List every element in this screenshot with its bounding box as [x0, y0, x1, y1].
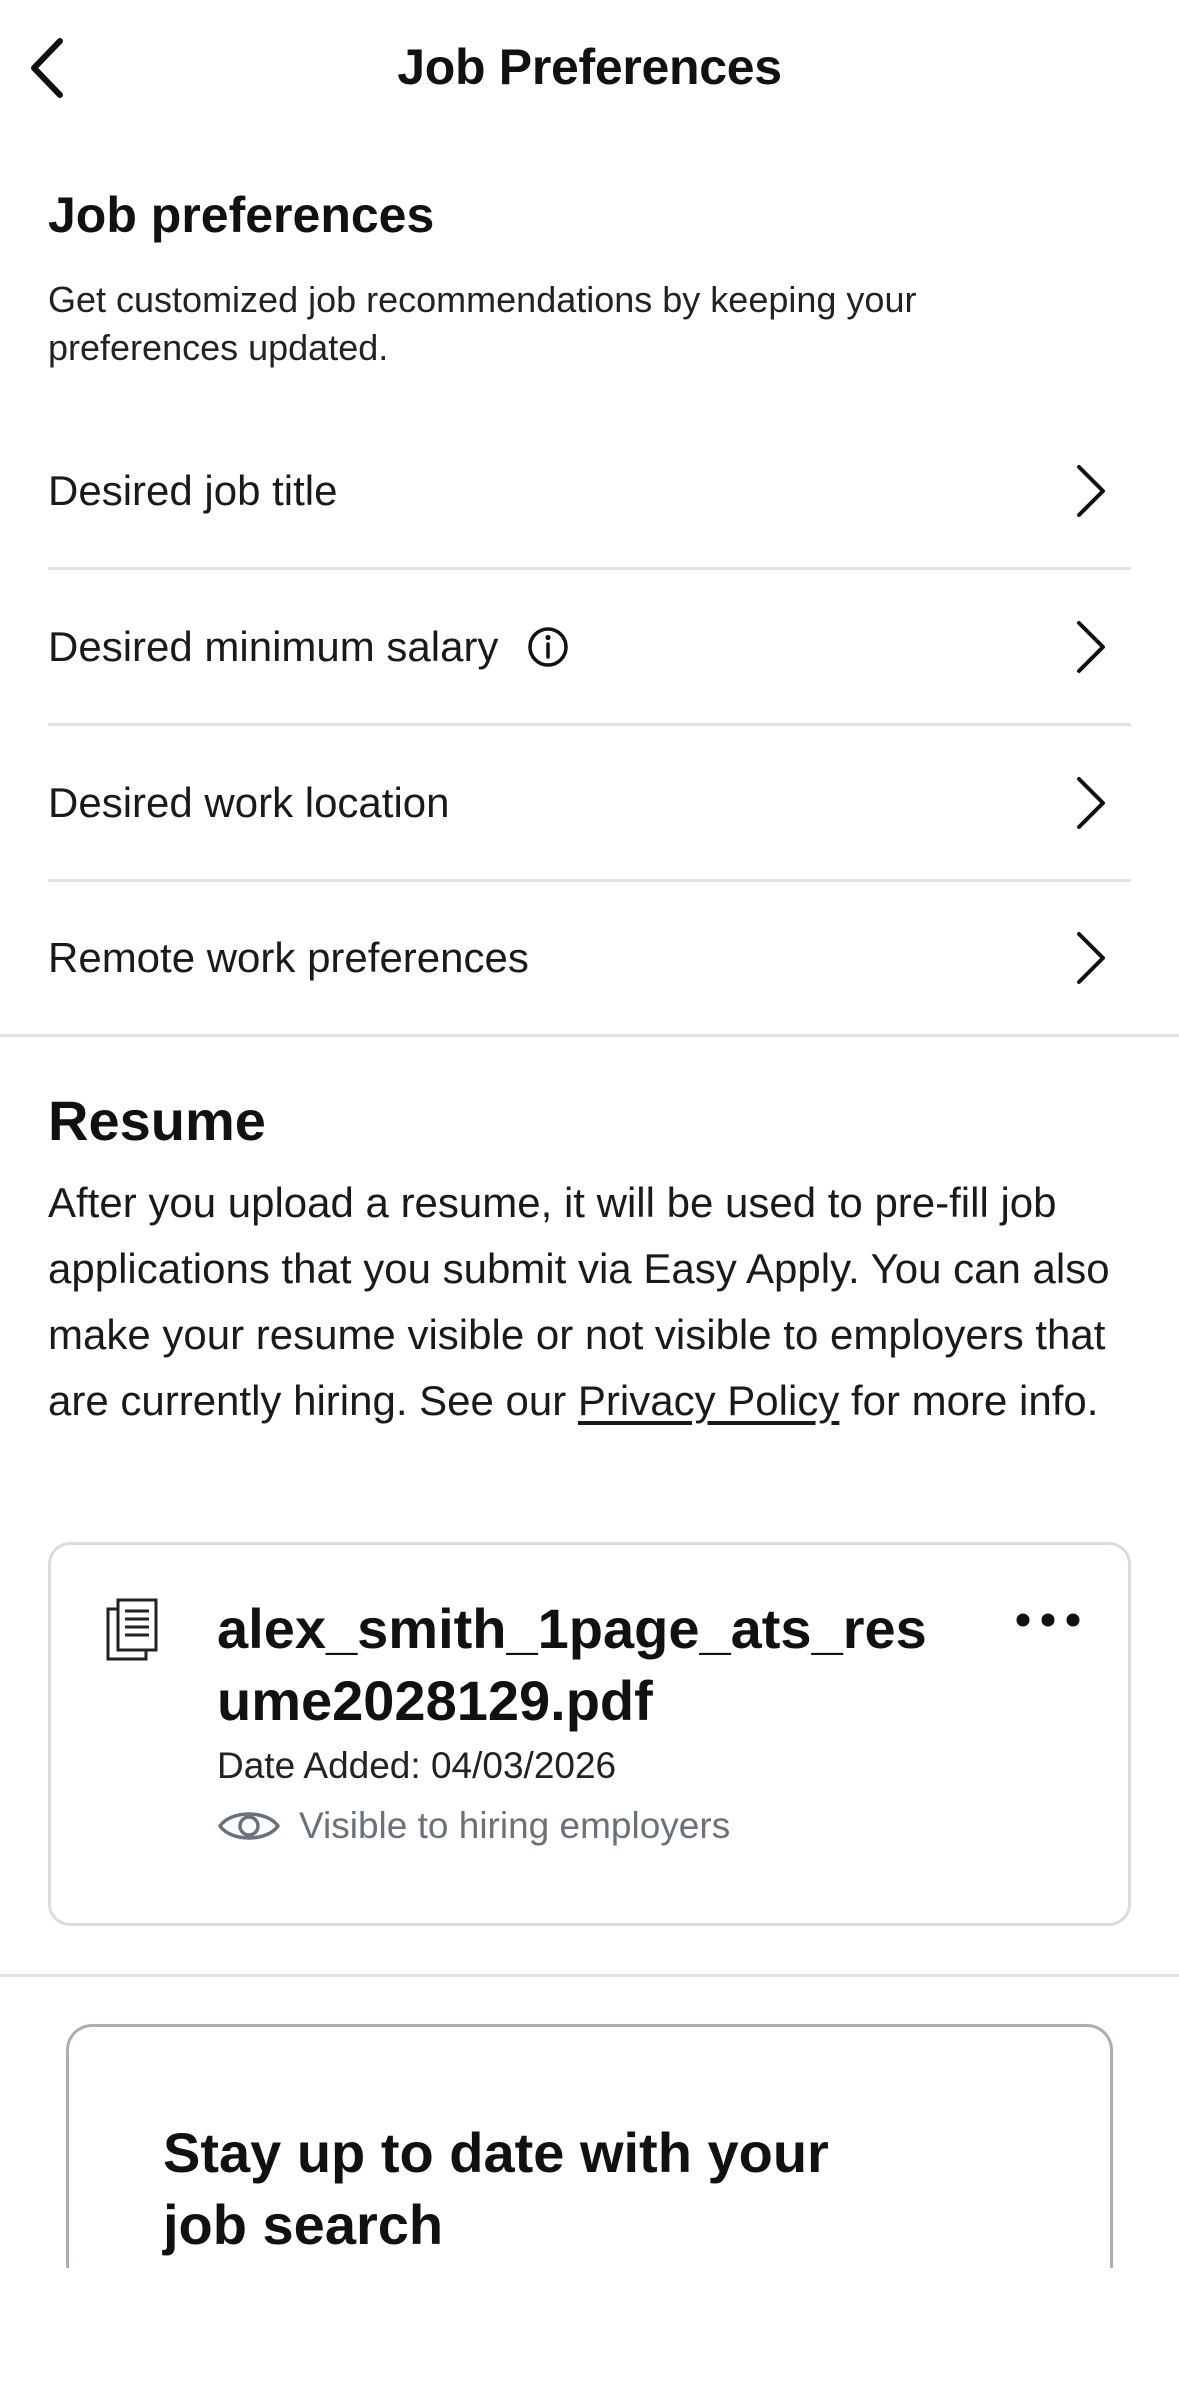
chevron-right-icon — [1069, 773, 1113, 833]
resume-card[interactable]: alex_smith_1page_ats_resume2028129.pdf D… — [48, 1542, 1131, 1926]
pref-label: Desired work location — [48, 778, 450, 826]
more-options-button[interactable] — [1008, 1595, 1088, 1645]
more-horizontal-icon — [1016, 1613, 1080, 1627]
pref-label: Desired minimum salary — [48, 622, 499, 670]
chevron-right-icon — [1069, 617, 1113, 677]
pref-remote-work-preferences[interactable]: Remote work preferences — [48, 880, 1131, 1036]
visibility-label: Visible to hiring employers — [299, 1805, 731, 1846]
job-preferences-description: Get customized job recommendations by ke… — [48, 279, 917, 368]
resume-file-name: alex_smith_1page_ats_resume2028129.pdf — [217, 1597, 927, 1732]
top-bar: Job Preferences — [0, 0, 1179, 136]
bottom-blank-area — [0, 2268, 1179, 2396]
pref-label: Remote work preferences — [48, 934, 529, 981]
pref-label: Desired job title — [48, 466, 338, 514]
chevron-right-icon — [1069, 461, 1113, 521]
page-title: Job Preferences — [397, 39, 782, 95]
resume-description: After you upload a resume, it will be us… — [48, 1179, 1110, 1424]
resume-heading: Resume — [48, 1089, 266, 1152]
resume-date-added: Date Added: 04/03/2026 — [217, 1745, 617, 1786]
privacy-policy-link[interactable]: Privacy Policy — [578, 1377, 839, 1424]
pref-desired-minimum-salary[interactable]: Desired minimum salary — [48, 570, 1131, 726]
document-icon — [106, 1598, 158, 1661]
job-preferences-heading: Job preferences — [48, 187, 435, 243]
chevron-right-icon — [1069, 928, 1113, 988]
eye-icon — [218, 1812, 280, 1840]
promo-title: Stay up to date with your job search — [163, 2121, 829, 2256]
pref-desired-job-title[interactable]: Desired job title — [48, 414, 1131, 570]
pref-desired-work-location[interactable]: Desired work location — [48, 726, 1131, 882]
info-icon[interactable] — [526, 625, 570, 669]
resume-visibility: Visible to hiring employers — [217, 1805, 730, 1847]
section-divider — [0, 1974, 1179, 1977]
section-divider — [0, 1034, 1179, 1037]
